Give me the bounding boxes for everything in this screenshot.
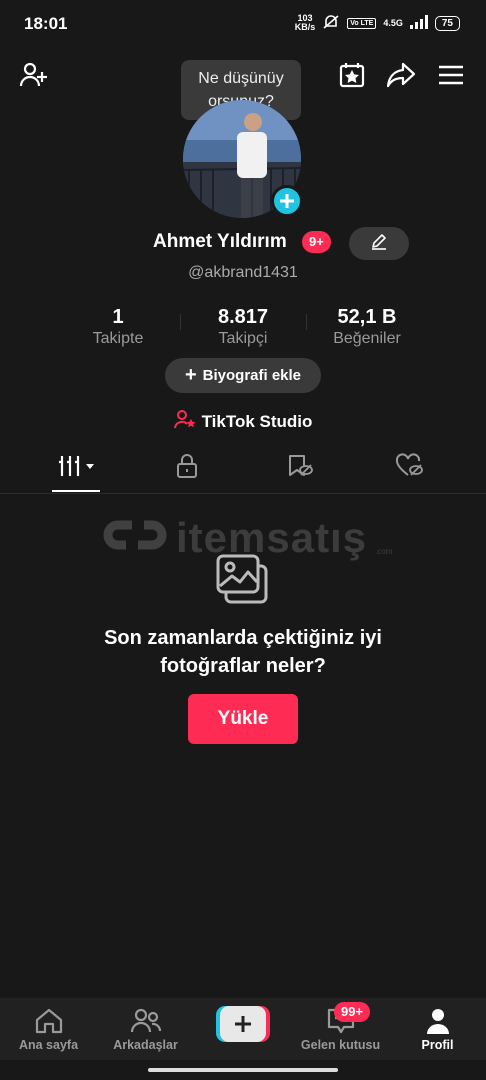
tab-liked[interactable]	[380, 447, 440, 489]
content-tabs	[0, 447, 486, 494]
create-button[interactable]	[216, 1006, 270, 1042]
status-time: 18:01	[24, 14, 68, 33]
nav-friends[interactable]: Arkadaşlar	[97, 998, 194, 1060]
status-icons: 103 KB/s Vo LTE 4.5G 75	[295, 14, 460, 32]
home-indicator[interactable]	[148, 1068, 338, 1072]
home-icon	[35, 1008, 62, 1034]
share-icon[interactable]	[384, 58, 418, 92]
add-avatar-button[interactable]	[271, 185, 303, 217]
username: @akbrand1431	[188, 264, 298, 281]
empty-state-title: Son zamanlarda çektiğiniz iyi fotoğrafla…	[104, 627, 382, 677]
bookmark-hidden-icon	[286, 453, 314, 484]
inbox-badge: 99+	[334, 1002, 371, 1022]
battery-indicator: 75	[434, 15, 460, 31]
photos-icon	[214, 552, 272, 610]
plus-icon: +	[184, 364, 197, 386]
add-friend-icon[interactable]	[16, 58, 50, 92]
tab-favorites[interactable]	[270, 447, 330, 489]
studio-label: TikTok Studio	[201, 411, 313, 431]
network-speed: 103 KB/s	[294, 13, 316, 32]
nav-home[interactable]: Ana sayfa	[0, 998, 97, 1060]
upload-button[interactable]: Yükle	[188, 694, 298, 744]
network-type: 4.5G	[383, 18, 403, 28]
add-bio-label: Biyografi ekle	[202, 367, 302, 384]
calendar-star-icon[interactable]	[335, 58, 369, 92]
profile-icon	[426, 1009, 449, 1034]
signal-icon	[409, 15, 428, 31]
pencil-icon	[370, 232, 388, 255]
notification-badge[interactable]: 9+	[302, 231, 331, 253]
profile-name: Ahmet Yıldırım	[153, 231, 287, 252]
grid-dropdown-icon	[58, 453, 98, 484]
heart-hidden-icon	[395, 452, 425, 484]
tab-private[interactable]	[157, 447, 217, 489]
friends-icon	[130, 1008, 161, 1033]
lock-icon	[175, 453, 199, 484]
watermark-logo-icon	[102, 513, 168, 562]
menu-icon[interactable]	[434, 58, 468, 92]
edit-profile-button[interactable]	[349, 227, 409, 260]
stat-followers[interactable]: 8.817 Takipçi	[183, 306, 303, 348]
watermark-suffix: .com	[375, 547, 393, 556]
status-bar: 18:01 103 KB/s Vo LTE 4.5G 75	[0, 0, 486, 48]
create-plus-icon	[216, 1006, 270, 1042]
mute-icon	[322, 14, 340, 32]
active-tab-indicator	[52, 490, 100, 492]
studio-user-star-icon	[173, 409, 196, 434]
stat-divider	[180, 314, 181, 330]
tab-videos[interactable]	[48, 447, 108, 489]
tiktok-studio-link[interactable]: TikTok Studio	[0, 409, 486, 434]
volte-indicator: Vo LTE	[347, 17, 377, 29]
add-bio-button[interactable]: + Biyografi ekle	[165, 358, 321, 393]
stat-likes[interactable]: 52,1 B Beğeniler	[307, 306, 427, 348]
stat-following[interactable]: 1 Takipte	[58, 306, 178, 348]
nav-profile[interactable]: Profil	[389, 998, 486, 1060]
